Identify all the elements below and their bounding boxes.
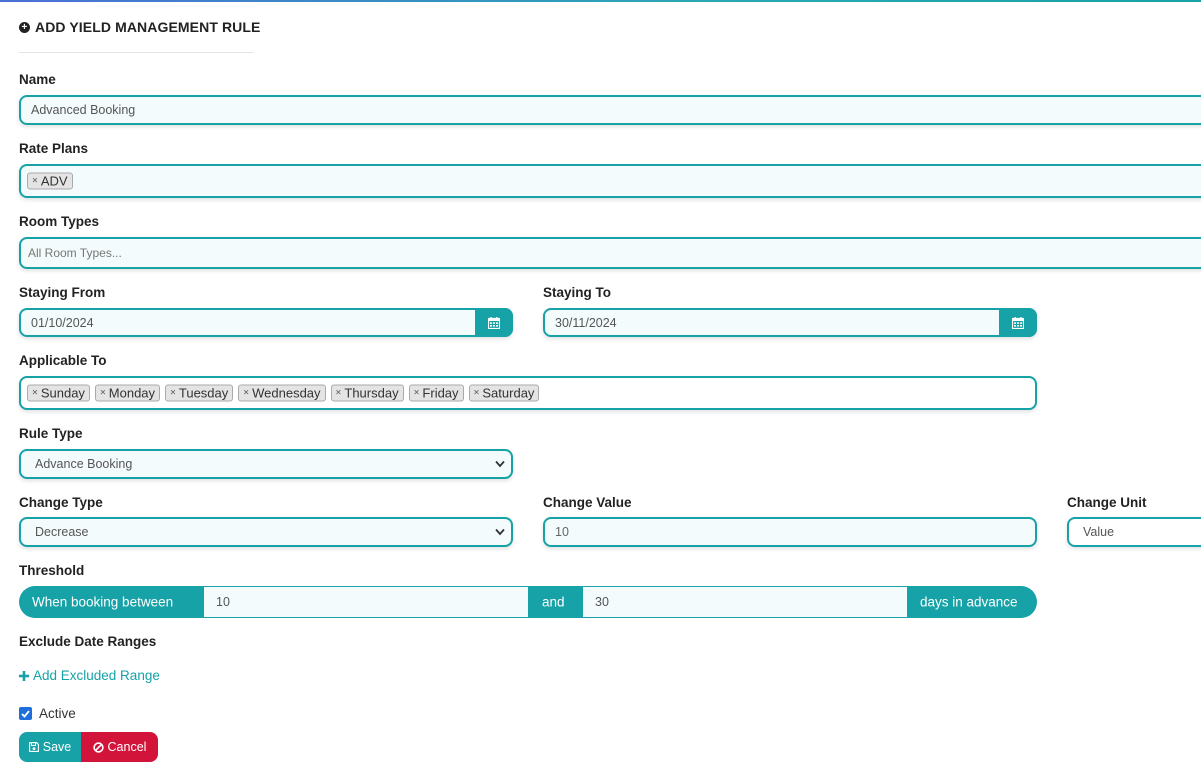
active-row: Active bbox=[19, 706, 76, 721]
rate-plans-tags: × ADV bbox=[27, 172, 78, 190]
add-excluded-range-link[interactable]: Add Excluded Range bbox=[19, 668, 160, 683]
floppy-disk-icon bbox=[28, 742, 39, 752]
rate-plans-select[interactable]: × ADV bbox=[19, 164, 1201, 198]
tag-remove-icon[interactable]: × bbox=[336, 386, 342, 401]
staying-from-input[interactable]: 01/10/2024 bbox=[19, 308, 513, 337]
threshold-from-input[interactable]: 10 bbox=[204, 587, 528, 617]
threshold-suffix: days in advance bbox=[920, 594, 1018, 610]
tag-label: Sunday bbox=[40, 385, 85, 401]
room-types-select[interactable]: All Room Types... bbox=[19, 237, 1201, 269]
change-value-input[interactable]: 10 bbox=[543, 517, 1037, 547]
header-divider bbox=[19, 52, 254, 53]
rule-type-value: Advance Booking bbox=[35, 457, 133, 471]
change-type-value: Decrease bbox=[35, 525, 89, 539]
rule-type-label: Rule Type bbox=[19, 426, 83, 441]
threshold-to-input[interactable]: 30 bbox=[583, 587, 907, 617]
add-excluded-range-label: Add Excluded Range bbox=[33, 668, 160, 683]
staying-from-label: Staying From bbox=[19, 285, 106, 300]
room-types-label: Room Types bbox=[19, 214, 100, 229]
staying-to-input[interactable]: 30/11/2024 bbox=[543, 308, 1037, 337]
chevron-down-icon bbox=[495, 528, 505, 536]
tag-remove-icon[interactable]: × bbox=[474, 386, 480, 401]
change-unit-label: Change Unit bbox=[1067, 495, 1147, 510]
change-value-value: 10 bbox=[555, 525, 569, 539]
cancel-button[interactable]: Cancel bbox=[81, 732, 158, 762]
exclude-date-ranges-label: Exclude Date Ranges bbox=[19, 634, 157, 649]
ban-icon bbox=[92, 741, 104, 753]
tag-remove-icon[interactable]: × bbox=[100, 386, 106, 401]
threshold-conjunction: and bbox=[542, 594, 565, 610]
tag-day: × Saturday bbox=[468, 384, 540, 402]
tag-day: × Sunday bbox=[27, 384, 90, 402]
threshold-to-value: 30 bbox=[595, 595, 609, 609]
staying-to-label: Staying To bbox=[543, 285, 612, 300]
change-type-label: Change Type bbox=[19, 495, 103, 510]
change-unit-value: Value bbox=[1083, 525, 1115, 539]
staying-from-value: 01/10/2024 bbox=[31, 315, 94, 330]
name-label: Name bbox=[19, 72, 56, 87]
threshold-group: When booking between 10 and 30 days in a… bbox=[19, 586, 1037, 618]
change-unit-select[interactable]: Value bbox=[1067, 517, 1201, 547]
tag-label: Friday bbox=[422, 385, 459, 401]
active-checkbox[interactable] bbox=[19, 707, 32, 720]
staying-to-calendar-button[interactable] bbox=[999, 308, 1037, 337]
calendar-icon bbox=[1012, 316, 1024, 329]
tag-label: Monday bbox=[108, 385, 156, 401]
rule-type-select[interactable]: Advance Booking bbox=[19, 449, 513, 479]
applicable-to-tags: × Sunday × Monday × Tuesday × Wednesday × Thu… bbox=[27, 384, 544, 402]
tag-remove-icon[interactable]: × bbox=[32, 174, 38, 189]
page-title: + ADD YIELD MANAGEMENT RULE bbox=[19, 19, 260, 35]
name-input-value: Advanced Booking bbox=[31, 103, 136, 117]
change-value-label: Change Value bbox=[543, 495, 632, 510]
applicable-to-select[interactable]: × Sunday × Monday × Tuesday × Wednesday × Thu… bbox=[19, 376, 1037, 410]
tag-remove-icon[interactable]: × bbox=[32, 386, 38, 401]
save-button-label: Save bbox=[42, 740, 72, 754]
tag-label: Thursday bbox=[344, 385, 399, 401]
tag-label: Wednesday bbox=[252, 385, 321, 401]
staying-to-value: 30/11/2024 bbox=[555, 315, 617, 330]
plus-icon bbox=[19, 670, 29, 681]
cancel-button-label: Cancel bbox=[107, 740, 147, 754]
plus-circle-icon: + bbox=[19, 21, 30, 33]
tag-day: × Wednesday bbox=[238, 384, 326, 402]
tag-day: × Thursday bbox=[330, 384, 404, 402]
threshold-from-value: 10 bbox=[216, 595, 230, 609]
tag-label: Tuesday bbox=[178, 385, 229, 401]
tag-remove-icon[interactable]: × bbox=[414, 386, 420, 401]
tag-rate-plan: × ADV bbox=[27, 172, 73, 190]
room-types-placeholder: All Room Types... bbox=[28, 246, 122, 260]
page-title-text: ADD YIELD MANAGEMENT RULE bbox=[35, 19, 261, 35]
tag-day: × Tuesday bbox=[165, 384, 234, 402]
threshold-prefix: When booking between bbox=[32, 594, 174, 610]
save-button[interactable]: Save bbox=[19, 732, 81, 762]
tag-day: × Monday bbox=[94, 384, 161, 402]
name-input[interactable]: Advanced Booking bbox=[19, 95, 1201, 125]
tag-remove-icon[interactable]: × bbox=[170, 386, 176, 401]
tag-day: × Friday bbox=[408, 384, 464, 402]
change-type-select[interactable]: Decrease bbox=[19, 517, 513, 547]
top-accent-line bbox=[0, 0, 1201, 2]
tag-remove-icon[interactable]: × bbox=[243, 386, 249, 401]
chevron-down-icon bbox=[495, 460, 505, 468]
calendar-icon bbox=[488, 316, 500, 329]
applicable-to-label: Applicable To bbox=[19, 353, 107, 368]
tag-label: ADV bbox=[40, 173, 68, 189]
staying-from-calendar-button[interactable] bbox=[475, 308, 513, 337]
checkmark-icon bbox=[21, 709, 30, 718]
threshold-label: Threshold bbox=[19, 563, 85, 578]
rate-plans-label: Rate Plans bbox=[19, 141, 89, 156]
tag-label: Saturday bbox=[482, 385, 535, 401]
active-label: Active bbox=[39, 706, 76, 721]
